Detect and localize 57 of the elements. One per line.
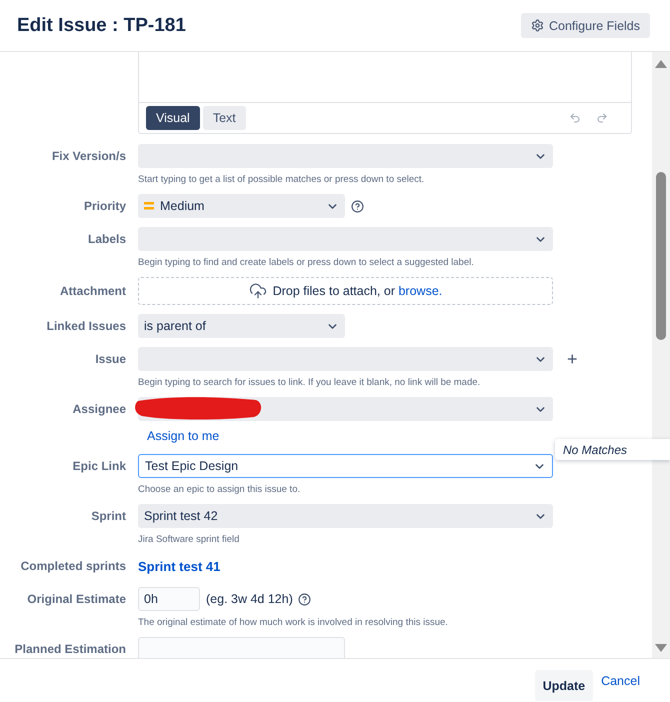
scroll-up-icon[interactable]	[655, 60, 667, 68]
scroll-down-icon[interactable]	[655, 644, 667, 652]
scrollbar[interactable]	[652, 52, 670, 658]
select-value: Sprint test 42	[144, 509, 219, 523]
field-hint: Choose an epic to assign this issue to.	[138, 484, 302, 495]
select-field[interactable]	[138, 227, 553, 251]
field-label: Epic Link	[72, 459, 127, 473]
select-field[interactable]: Test Epic Design	[138, 454, 553, 478]
field-label: Planned Estimation	[14, 642, 127, 656]
select-field[interactable]: Medium	[138, 194, 345, 218]
field-label: Linked Issues	[46, 319, 127, 333]
dropzone-text: Drop files to attach, or browse.	[272, 284, 442, 298]
help-icon[interactable]	[298, 592, 311, 606]
select-value: Medium	[160, 199, 206, 213]
estimate-example: (eg. 3w 4d 12h)	[206, 592, 293, 606]
attachment-dropzone[interactable]: Drop files to attach, or browse.	[138, 277, 553, 305]
add-button[interactable]: +	[567, 348, 578, 370]
select-field[interactable]	[138, 144, 553, 168]
estimate-input[interactable]: 0h	[138, 587, 200, 611]
editor-mode-tab[interactable]: Visual	[146, 106, 200, 130]
field-label: Attachment	[58, 284, 127, 298]
redo-icon[interactable]	[596, 112, 608, 124]
undo-icon[interactable]	[569, 112, 581, 124]
browse-link[interactable]: browse.	[398, 284, 442, 298]
select-field[interactable]	[138, 347, 553, 371]
no-matches-popup: No Matches	[555, 439, 670, 460]
field-hint: Begin typing to search for issues to link. If you leave it blank, no link will be made.	[138, 377, 482, 388]
field-label: Sprint	[90, 509, 127, 523]
field-hint: The original estimate of how much work is involved in resolving this issue.	[138, 617, 449, 628]
scrollbar-thumb[interactable]	[656, 172, 666, 340]
editor-mode-tab[interactable]: Text	[202, 106, 246, 130]
field-label: Priority	[82, 199, 127, 213]
select-field[interactable]: is parent of	[138, 314, 345, 338]
help-icon[interactable]	[351, 200, 364, 212]
select-field[interactable]: Sprint test 42	[138, 504, 553, 528]
field-hint: Start typing to get a list of possible matches or press down to select.	[138, 174, 426, 185]
assign-to-me-link[interactable]: Assign to me	[147, 429, 220, 443]
cloud-upload-icon	[248, 282, 267, 300]
field-hint: Begin typing to find and create labels or press down to select a suggested label.	[138, 257, 475, 268]
field-label: Original Estimate	[26, 592, 127, 606]
configure-fields-button[interactable]: Configure Fields	[520, 13, 650, 38]
field-label: Assignee	[72, 402, 127, 416]
select-value: is parent of	[144, 319, 207, 333]
text-input[interactable]	[138, 637, 345, 658]
dialog-title: Edit Issue : TP-181	[17, 14, 186, 36]
sprint-link[interactable]: Sprint test 41	[138, 558, 220, 574]
field-label: Issue	[94, 352, 127, 366]
field-hint: Jira Software sprint field	[138, 534, 240, 545]
rich-text-editor[interactable]: Visual Text	[138, 52, 632, 134]
settings-icon	[530, 19, 544, 32]
select-field[interactable]	[138, 397, 553, 421]
field-label: Completed sprints	[20, 559, 127, 573]
select-value: Test Epic Design	[145, 459, 240, 473]
cancel-link[interactable]: Cancel	[601, 674, 640, 688]
field-label: Fix Version/s	[50, 149, 127, 163]
field-label: Labels	[86, 232, 127, 246]
update-button[interactable]: Update	[534, 670, 594, 701]
